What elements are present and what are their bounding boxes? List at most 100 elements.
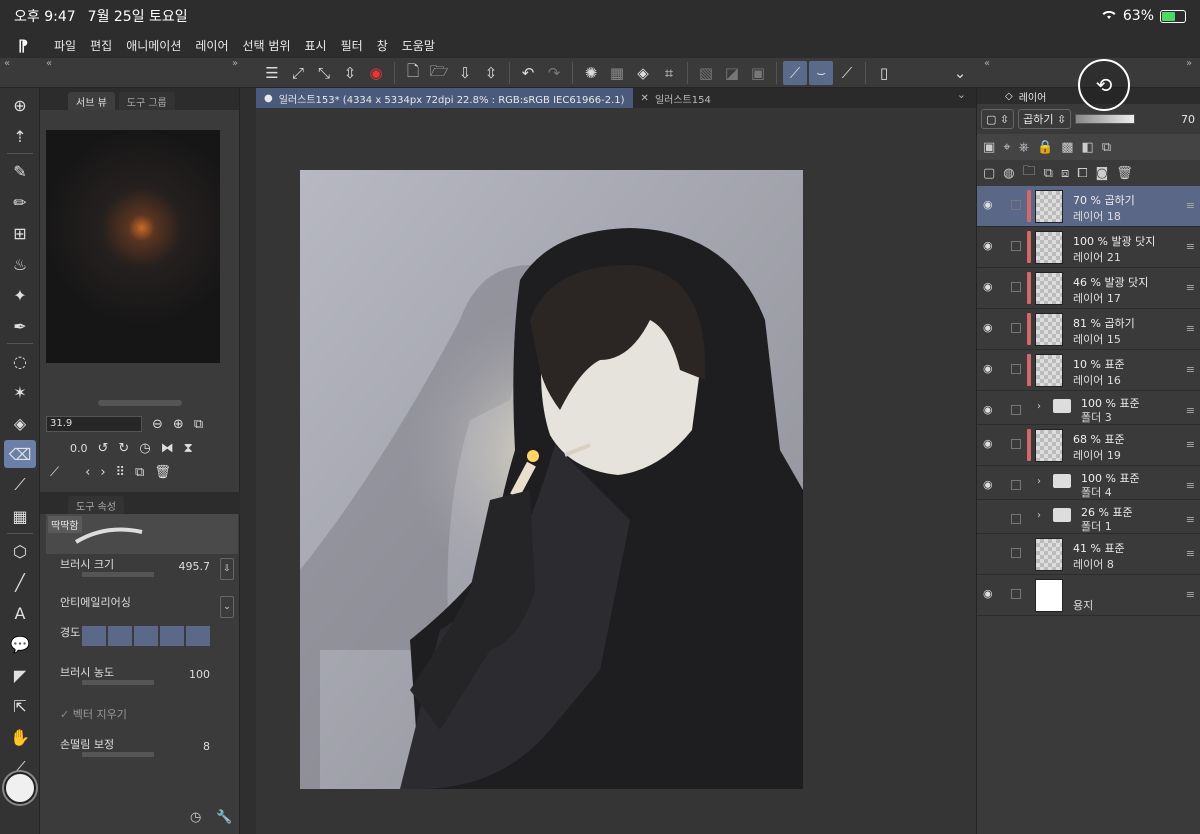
reset-icon[interactable]: ◷	[190, 810, 201, 825]
layer-row[interactable]: ◉ 81 % 곱하기 레이어 15 ≡	[977, 309, 1200, 350]
antialias-expand-icon[interactable]: ⌄	[220, 596, 234, 618]
layer-folder-row[interactable]: ◉ › 100 % 표준 폴더 4 ≡	[977, 466, 1200, 500]
menu-view[interactable]: 표시	[305, 37, 327, 54]
layer-check[interactable]	[1011, 439, 1021, 449]
layer-check[interactable]	[1011, 405, 1021, 415]
new-file-icon[interactable]: 🗋	[401, 61, 425, 85]
hardness-level[interactable]	[186, 626, 210, 646]
tabs-chevron-down-icon[interactable]: ⌄	[957, 88, 966, 108]
layer-row[interactable]: ◉ 46 % 발광 닷지 레이어 17 ≡	[977, 268, 1200, 309]
line-tool-icon[interactable]: ╱	[4, 568, 36, 596]
delete-icon[interactable]: 🗑	[154, 465, 171, 480]
layer-menu-icon[interactable]: ≡	[1186, 438, 1195, 451]
collapse-layer-icon[interactable]: «	[984, 58, 990, 72]
lock-transparent-icon[interactable]: ⌖	[1003, 140, 1010, 155]
pencil-tool-icon[interactable]: ✏	[4, 188, 36, 216]
smartphone-icon[interactable]: ▯	[872, 61, 896, 85]
layer-row[interactable]: ◉ 용지 ≡	[977, 575, 1200, 616]
mask-add-icon[interactable]: ◙	[1096, 166, 1109, 181]
layers-icon[interactable]: ◇	[1005, 91, 1013, 102]
navigator-scrollbar[interactable]	[98, 400, 182, 406]
tab-sub-view[interactable]: 서브 뷰	[68, 92, 115, 110]
reference-layer-icon[interactable]: ▣	[983, 140, 995, 155]
crop-icon[interactable]: ⌗	[657, 61, 681, 85]
layer-check[interactable]	[1011, 200, 1021, 210]
layer-type-select[interactable]: ▢ ⇳	[981, 109, 1015, 129]
fill-tool-icon[interactable]: ◈	[4, 409, 36, 437]
layer-menu-icon[interactable]: ≡	[1186, 322, 1195, 335]
menu-edit[interactable]: 편집	[90, 37, 112, 54]
main-menu-icon[interactable]: ☰	[260, 61, 284, 85]
rotate-lock-icon[interactable]: ⟲	[1078, 59, 1130, 111]
zoom-slider[interactable]: 31.9	[46, 416, 142, 432]
reference-image[interactable]	[46, 130, 220, 363]
new-raster-layer-icon[interactable]: ▢	[983, 166, 995, 181]
folder-expand-icon[interactable]: ›	[1037, 510, 1041, 521]
layer-menu-icon[interactable]: ≡	[1186, 199, 1195, 212]
eye-icon[interactable]: ◉	[983, 362, 997, 375]
eye-icon[interactable]: ◉	[983, 198, 997, 211]
updown2-icon[interactable]: ⇳	[479, 61, 503, 85]
eye-icon[interactable]: ◉	[983, 280, 997, 293]
app-logo-icon[interactable]: ⁋	[18, 36, 40, 55]
eye-hidden-icon[interactable]	[983, 512, 997, 524]
expand-sub-icon[interactable]: »	[232, 58, 238, 72]
eye-icon[interactable]: ◉	[983, 478, 997, 491]
brush-preview[interactable]: 딱딱함	[46, 514, 238, 554]
copy-layer-icon[interactable]: ⧉	[1044, 166, 1053, 181]
ruler-snap-icon[interactable]: ⟋	[783, 61, 807, 85]
opacity-slider[interactable]	[1075, 114, 1136, 124]
eye-icon[interactable]: ◉	[983, 321, 997, 334]
reset-rotation-icon[interactable]: ◷	[139, 441, 150, 456]
layer-menu-icon[interactable]: ≡	[1186, 281, 1195, 294]
layer-row[interactable]: ◉ 68 % 표준 레이어 19 ≡	[977, 425, 1200, 466]
clip-icon[interactable]: ⎈	[1019, 140, 1029, 155]
mask-icon[interactable]: ▩	[1061, 140, 1073, 155]
save-icon[interactable]: ⇩	[453, 61, 477, 85]
next-image-icon[interactable]: ›	[100, 465, 105, 480]
menu-window[interactable]: 창	[377, 37, 388, 54]
artwork-canvas[interactable]	[300, 170, 803, 789]
layer-menu-icon[interactable]: ≡	[1186, 547, 1195, 560]
open-folder-icon[interactable]: 🗁	[427, 61, 451, 85]
fit-screen-icon[interactable]: ⤢	[286, 61, 310, 85]
hardness-level[interactable]	[108, 626, 132, 646]
layer-folder-row[interactable]: ◉ › 100 % 표준 폴더 3 ≡	[977, 391, 1200, 425]
hardness-level[interactable]	[134, 626, 158, 646]
close-icon[interactable]: ✕	[641, 93, 649, 104]
pen-tool-icon[interactable]: ✎	[4, 157, 36, 185]
document-tab-active[interactable]: ● 일러스트153* (4334 x 5334px 72dpi 22.8% : R…	[256, 88, 633, 108]
selection-clear-icon[interactable]: ▦	[605, 61, 629, 85]
stabilizer-slider[interactable]	[82, 752, 154, 757]
menu-selection[interactable]: 선택 범위	[243, 37, 291, 54]
eye-icon[interactable]: ◉	[983, 403, 997, 416]
text-tool-icon[interactable]: A	[4, 599, 36, 627]
menu-layer[interactable]: 레이어	[195, 37, 228, 54]
flip-horizontal-icon[interactable]: ⧓	[161, 441, 174, 456]
layer-menu-icon[interactable]: ≡	[1186, 404, 1195, 417]
layer-folder-row[interactable]: › 26 % 표준 폴더 1 ≡	[977, 500, 1200, 534]
eye-icon[interactable]: ◉	[983, 587, 997, 600]
fill-icon[interactable]: ◈	[631, 61, 655, 85]
layer-check[interactable]	[1011, 480, 1021, 490]
menu-filter[interactable]: 필터	[341, 37, 363, 54]
palette-icon[interactable]: ◧	[1082, 140, 1094, 155]
deselect-icon[interactable]: ▧	[694, 61, 718, 85]
layer-row[interactable]: ◉ 10 % 표준 레이어 16 ≡	[977, 350, 1200, 391]
wrench-icon[interactable]: 🔧	[216, 810, 232, 825]
fit-icon[interactable]: ⧉	[194, 417, 203, 432]
hardness-level[interactable]	[82, 626, 106, 646]
eraser-tool-icon[interactable]: ⌫	[4, 440, 36, 468]
layer-check[interactable]	[1011, 323, 1021, 333]
rotate-left-icon[interactable]: ↺	[98, 441, 109, 456]
companion-icon[interactable]: ◉	[364, 61, 388, 85]
merge-down-icon[interactable]: ⧈	[1061, 166, 1069, 181]
brush-size-pin-icon[interactable]: ⇩	[220, 558, 234, 580]
layer-row[interactable]: ◉ 70 % 곱하기 레이어 18 ≡	[977, 186, 1200, 227]
lock-icon[interactable]: 🔒	[1037, 140, 1053, 155]
prev-image-icon[interactable]: ‹	[85, 465, 90, 480]
eye-icon[interactable]: ◉	[983, 239, 997, 252]
zoom-tool-icon[interactable]: ⊕	[4, 91, 36, 119]
hand-tool-icon[interactable]: ✋	[4, 723, 36, 751]
layer-check[interactable]	[1011, 282, 1021, 292]
